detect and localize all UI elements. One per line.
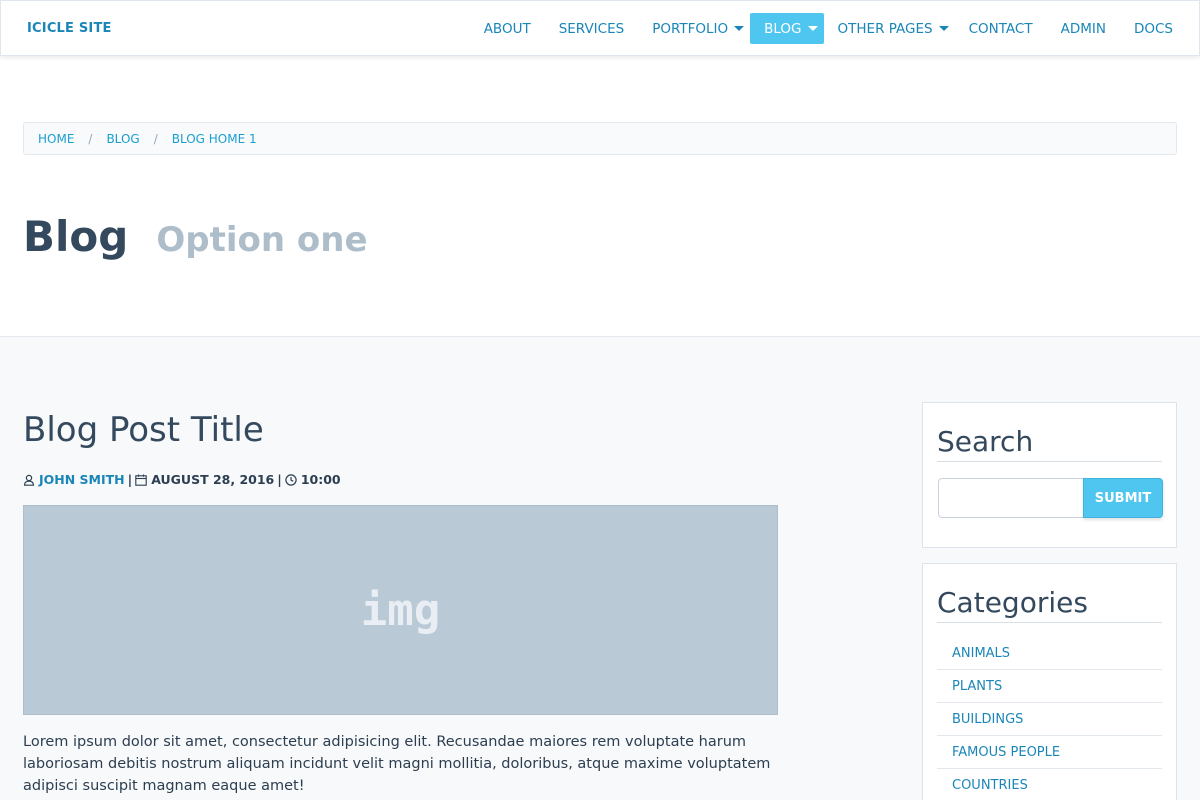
post-meta: JOHN SMITH | AUGUST 28, 2016 | 10:00 xyxy=(23,472,341,487)
nav-item-blog[interactable]: BLOG xyxy=(750,13,824,44)
search-input[interactable] xyxy=(938,478,1083,518)
nav-item-docs[interactable]: DOCS xyxy=(1120,13,1187,44)
nav-label: ABOUT xyxy=(483,20,531,37)
image-placeholder-label: img xyxy=(360,584,441,636)
post-title[interactable]: Blog Post Title xyxy=(23,410,264,450)
search-widget-title: Search xyxy=(937,425,1162,462)
category-list: ANIMALS PLANTS BUILDINGS FAMOUS PEOPLE C… xyxy=(937,637,1162,800)
category-item-countries[interactable]: COUNTRIES xyxy=(937,769,1162,800)
nav-label: PORTFOLIO xyxy=(652,20,729,37)
post-author[interactable]: JOHN SMITH xyxy=(39,472,125,487)
category-item-animals[interactable]: ANIMALS xyxy=(937,637,1162,670)
category-item-buildings[interactable]: BUILDINGS xyxy=(937,703,1162,736)
user-icon xyxy=(23,474,35,486)
nav-menu: ABOUT SERVICES PORTFOLIO BLOG OTHER PAGE… xyxy=(470,13,1187,44)
top-navbar: ICICLE SITE ABOUT SERVICES PORTFOLIO BLO… xyxy=(0,0,1200,56)
categories-widget: Categories ANIMALS PLANTS BUILDINGS FAMO… xyxy=(922,563,1177,800)
categories-widget-title: Categories xyxy=(937,586,1162,623)
post-date: AUGUST 28, 2016 xyxy=(151,472,275,487)
breadcrumb-current[interactable]: BLOG HOME 1 xyxy=(172,132,257,146)
breadcrumb-blog[interactable]: BLOG xyxy=(106,132,139,146)
breadcrumb: HOME / BLOG / BLOG HOME 1 xyxy=(23,122,1177,155)
page-header: HOME / BLOG / BLOG HOME 1 Blog Option on… xyxy=(0,56,1200,337)
caret-down-icon xyxy=(807,26,818,31)
caret-down-icon xyxy=(734,26,745,31)
nav-label: SERVICES xyxy=(558,20,625,37)
nav-item-about[interactable]: ABOUT xyxy=(470,13,545,44)
clock-icon xyxy=(285,473,297,486)
page-title: Blog xyxy=(23,212,129,261)
breadcrumb-separator: / xyxy=(153,131,158,146)
category-item-famous-people[interactable]: FAMOUS PEOPLE xyxy=(937,736,1162,769)
nav-label: BLOG xyxy=(764,20,802,37)
search-widget: Search SUBMIT xyxy=(922,402,1177,548)
nav-label: DOCS xyxy=(1133,20,1173,37)
page-subtitle: Option one xyxy=(156,220,368,260)
meta-separator: | xyxy=(127,472,133,487)
nav-label: OTHER PAGES xyxy=(837,20,933,37)
submit-button[interactable]: SUBMIT xyxy=(1083,478,1163,518)
brand-logo[interactable]: ICICLE SITE xyxy=(27,21,112,36)
calendar-icon xyxy=(135,474,147,486)
page-title-block: Blog Option one xyxy=(23,212,368,261)
nav-item-other-pages[interactable]: OTHER PAGES xyxy=(824,13,955,44)
search-form: SUBMIT xyxy=(938,478,1163,518)
nav-label: ADMIN xyxy=(1060,20,1106,37)
caret-down-icon xyxy=(938,26,949,31)
breadcrumb-home[interactable]: HOME xyxy=(38,132,74,146)
nav-label: CONTACT xyxy=(968,20,1033,37)
nav-item-admin[interactable]: ADMIN xyxy=(1047,13,1120,44)
post-time: 10:00 xyxy=(300,472,341,487)
nav-item-portfolio[interactable]: PORTFOLIO xyxy=(638,13,750,44)
breadcrumb-separator: / xyxy=(88,131,93,146)
post-image-placeholder: img xyxy=(23,505,778,715)
category-item-plants[interactable]: PLANTS xyxy=(937,670,1162,703)
post-excerpt: Lorem ipsum dolor sit amet, consectetur … xyxy=(23,734,771,794)
nav-item-services[interactable]: SERVICES xyxy=(545,13,638,44)
meta-separator: | xyxy=(277,472,282,487)
nav-item-contact[interactable]: CONTACT xyxy=(955,13,1047,44)
